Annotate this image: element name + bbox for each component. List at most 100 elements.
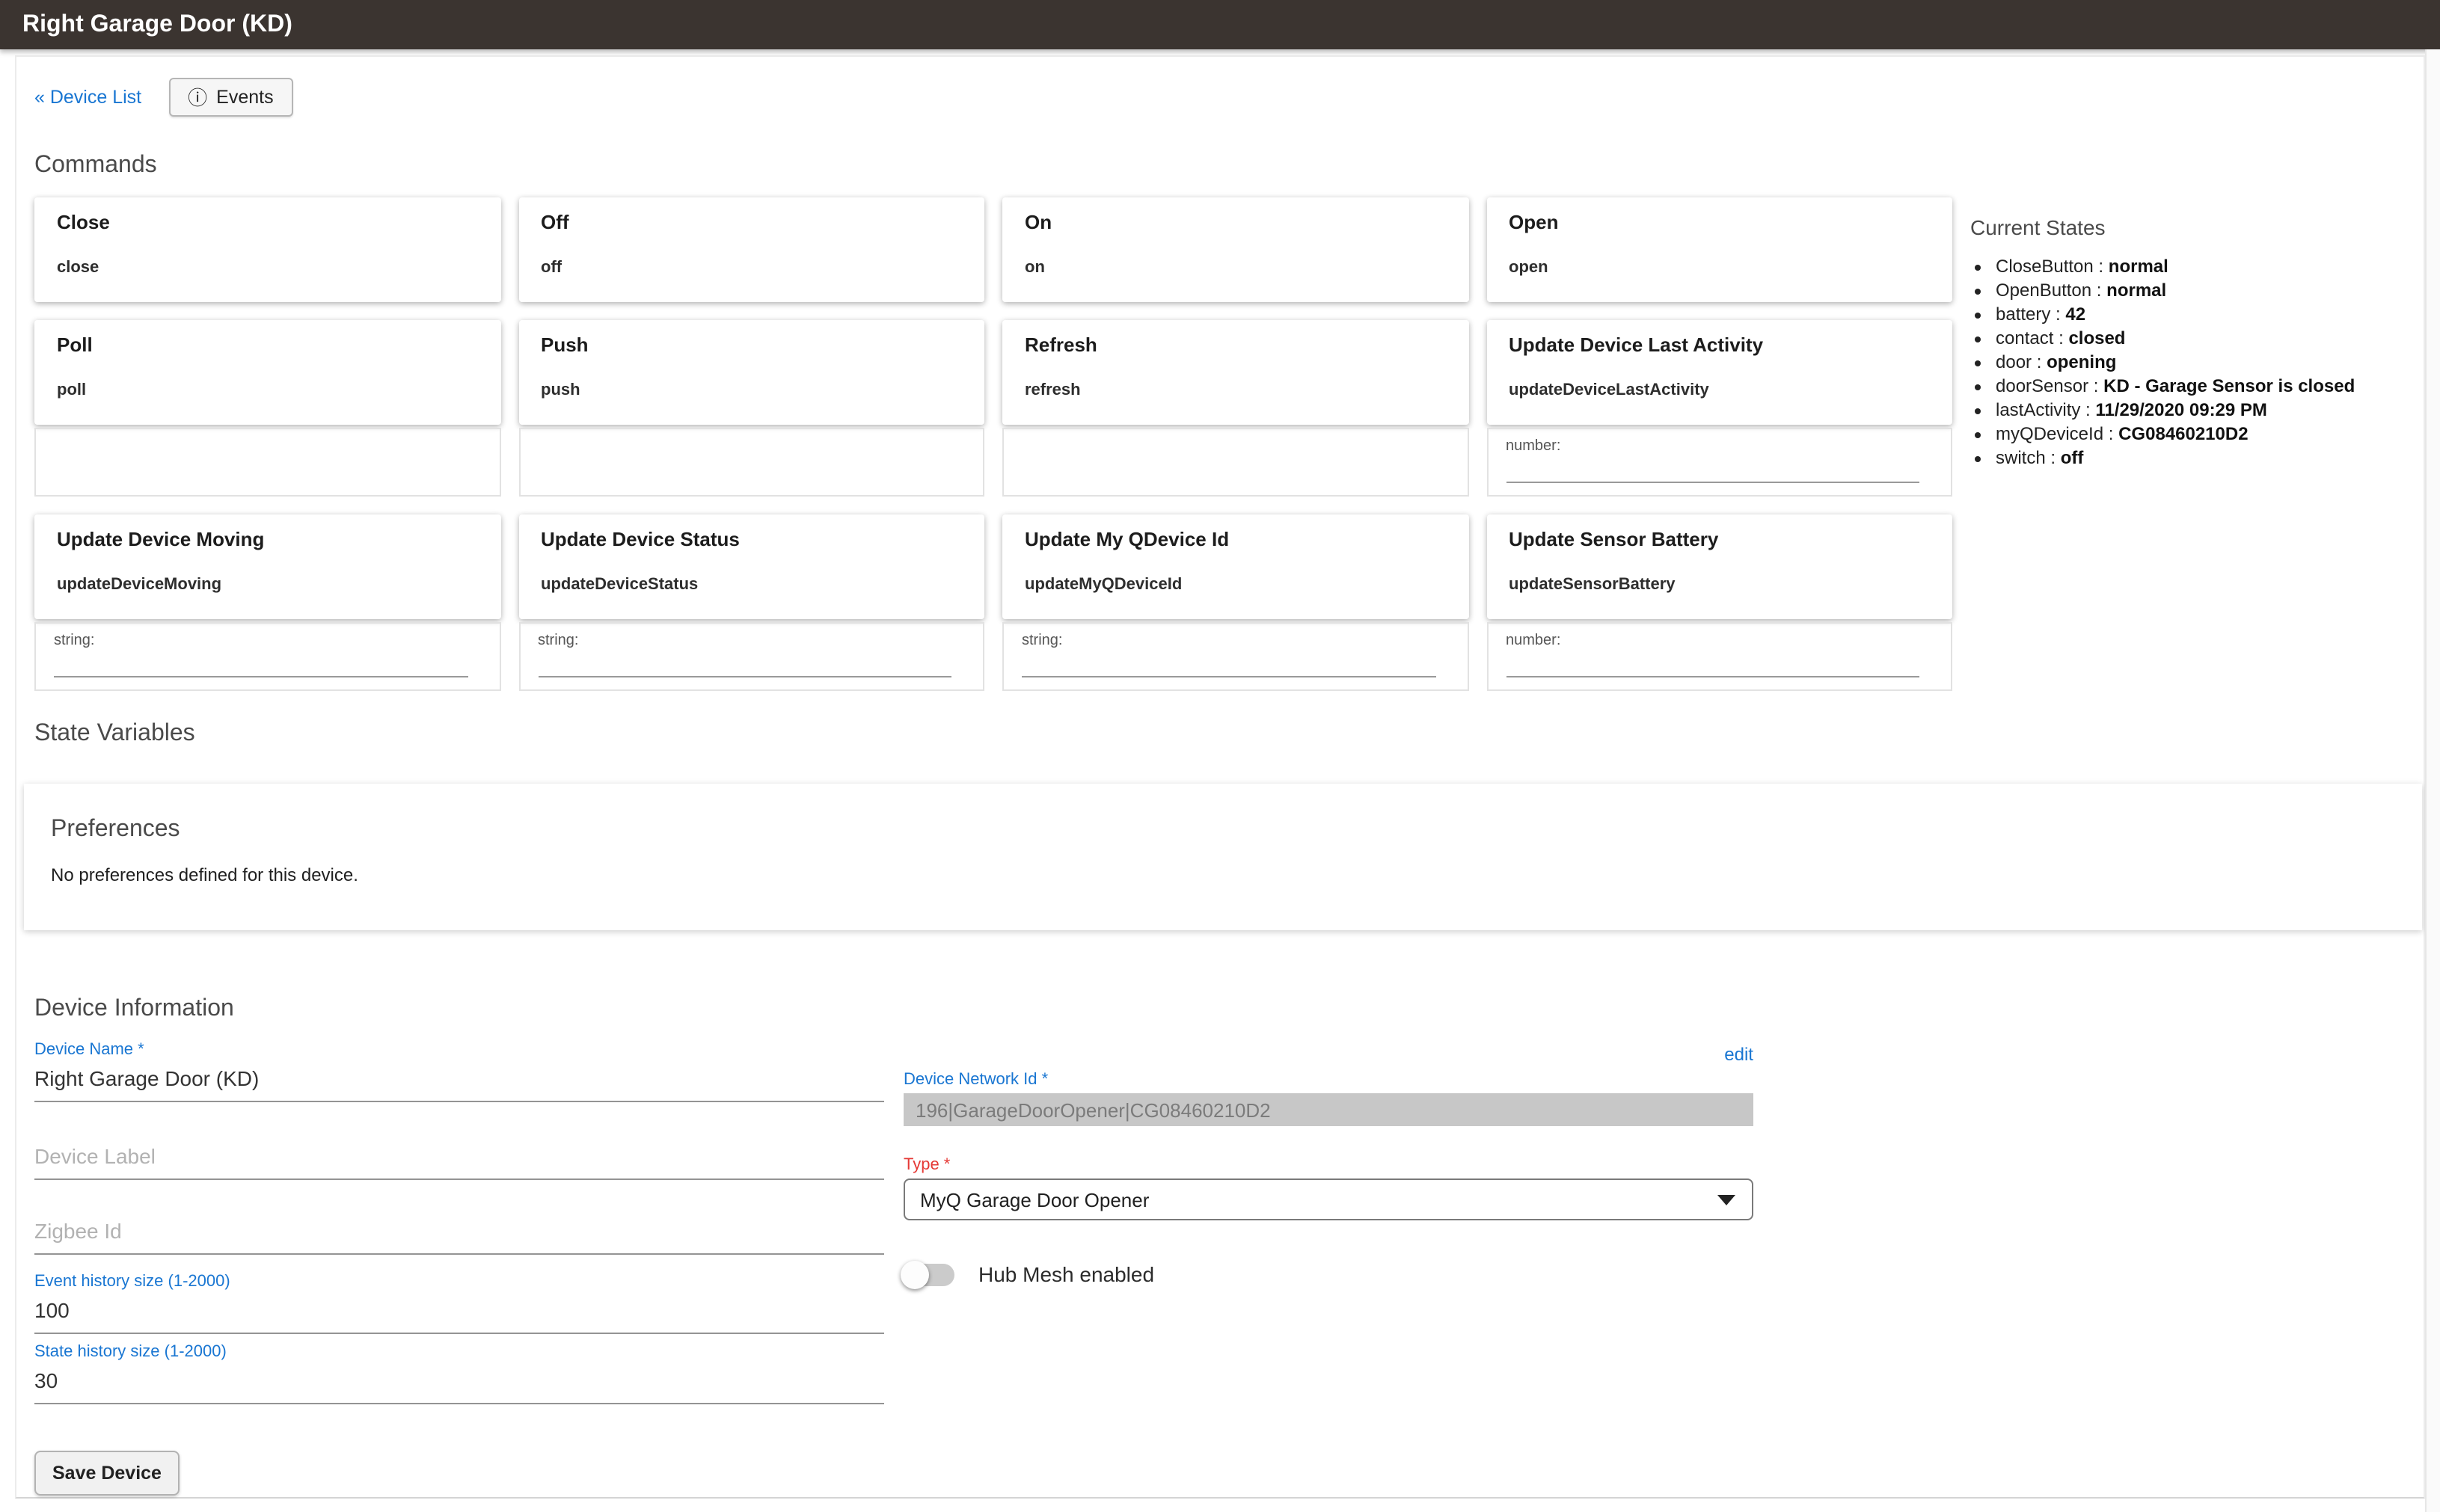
command-cell-close: Close close	[34, 197, 500, 302]
device-list-link[interactable]: « Device List	[34, 87, 141, 108]
param-label: string:	[54, 633, 481, 651]
state-item: contact : closed	[1996, 326, 2400, 350]
command-on-button[interactable]: On on	[1002, 197, 1468, 302]
command-title: Off	[541, 211, 962, 233]
device-network-id-field: Device Network Id *	[904, 1071, 1753, 1126]
command-refresh-button[interactable]: Refresh refresh	[1002, 320, 1468, 425]
commands-column: Commands Close close Off off	[34, 153, 1952, 748]
param-label	[54, 438, 481, 456]
save-device-button[interactable]: Save Device	[34, 1451, 180, 1496]
command-title: Open	[1509, 211, 1930, 233]
state-history-input[interactable]	[34, 1365, 884, 1404]
device-name-field: Device Name *	[34, 1041, 884, 1102]
command-name: poll	[57, 381, 478, 399]
command-cell-update-my-qdevice-id: Update My QDevice Id updateMyQDeviceId s…	[1002, 514, 1468, 691]
device-network-id-input	[904, 1093, 1753, 1126]
nav-row: « Device List ⓘ Events	[34, 78, 2424, 117]
command-cell-update-device-status: Update Device Status updateDeviceStatus …	[518, 514, 984, 691]
command-params: string:	[1002, 622, 1468, 691]
command-name: updateSensorBattery	[1509, 576, 1930, 594]
command-params: string:	[34, 622, 500, 691]
command-name: updateDeviceMoving	[57, 576, 478, 594]
command-update-device-last-activity-button[interactable]: Update Device Last Activity updateDevice…	[1486, 320, 1952, 425]
command-name: close	[57, 259, 478, 277]
chevron-down-icon	[1717, 1195, 1735, 1205]
command-cell-poll: Poll poll	[34, 320, 500, 497]
param-label: string:	[538, 633, 965, 651]
command-title: Update Sensor Battery	[1509, 528, 1930, 550]
page: Right Garage Door (KD) « Device List ⓘ E…	[0, 0, 2440, 1512]
state-variables-heading: State Variables	[34, 721, 1952, 748]
command-name: on	[1025, 259, 1446, 277]
commands-grid: Close close Off off On on	[34, 197, 1952, 691]
command-close-button[interactable]: Close close	[34, 197, 500, 302]
command-cell-push: Push push	[518, 320, 984, 497]
command-cell-update-sensor-battery: Update Sensor Battery updateSensorBatter…	[1486, 514, 1952, 691]
preferences-empty-message: No preferences defined for this device.	[51, 864, 2392, 885]
device-name-input[interactable]	[34, 1063, 884, 1102]
events-button[interactable]: ⓘ Events	[168, 78, 292, 117]
command-cell-off: Off off	[518, 197, 984, 302]
command-params	[518, 428, 984, 497]
command-params	[1002, 428, 1468, 497]
zigbee-id-input[interactable]	[34, 1216, 884, 1255]
hub-mesh-row: Hub Mesh enabled	[904, 1262, 1753, 1286]
command-title: Update Device Status	[541, 528, 962, 550]
device-information-section: Device Information Device Name * Event h…	[34, 996, 2406, 1496]
state-item: CloseButton : normal	[1996, 254, 2400, 278]
command-param-input[interactable]	[1506, 654, 1920, 677]
command-name: refresh	[1025, 381, 1446, 399]
command-update-my-qdevice-id-button[interactable]: Update My QDevice Id updateMyQDeviceId	[1002, 514, 1468, 619]
state-item: door : opening	[1996, 350, 2400, 374]
preferences-panel: Preferences No preferences defined for t…	[24, 784, 2422, 930]
current-states-heading: Current States	[1970, 215, 2400, 239]
command-name: updateMyQDeviceId	[1025, 576, 1446, 594]
command-title: Update Device Moving	[57, 528, 478, 550]
type-select[interactable]: MyQ Garage Door Opener	[904, 1178, 1753, 1220]
command-param-input[interactable]	[538, 654, 952, 677]
events-button-label: Events	[216, 87, 273, 108]
command-param-input[interactable]	[1506, 459, 1920, 483]
device-label-field	[34, 1141, 884, 1180]
command-params	[34, 428, 500, 497]
device-label-input[interactable]	[34, 1141, 884, 1180]
command-push-button[interactable]: Push push	[518, 320, 984, 425]
command-update-sensor-battery-button[interactable]: Update Sensor Battery updateSensorBatter…	[1486, 514, 1952, 619]
command-param-input[interactable]	[1022, 654, 1436, 677]
device-name-label: Device Name *	[34, 1041, 884, 1059]
command-cell-open: Open open	[1486, 197, 1952, 302]
edit-link[interactable]: edit	[1724, 1044, 1753, 1065]
zigbee-id-field	[34, 1216, 884, 1255]
state-item: lastActivity : 11/29/2020 09:29 PM	[1996, 398, 2400, 422]
command-param-input[interactable]	[54, 654, 468, 677]
state-item: switch : off	[1996, 446, 2400, 470]
command-title: Update My QDevice Id	[1025, 528, 1446, 550]
command-off-button[interactable]: Off off	[518, 197, 984, 302]
main-panel: « Device List ⓘ Events Commands Close cl…	[15, 55, 2425, 1499]
hub-mesh-toggle[interactable]	[904, 1263, 954, 1285]
preferences-heading: Preferences	[51, 817, 2392, 843]
command-name: open	[1509, 259, 1930, 277]
command-cell-update-device-moving: Update Device Moving updateDeviceMoving …	[34, 514, 500, 691]
command-cell-on: On on	[1002, 197, 1468, 302]
command-open-button[interactable]: Open open	[1486, 197, 1952, 302]
state-item: myQDeviceId : CG08460210D2	[1996, 422, 2400, 446]
param-label: string:	[1022, 633, 1449, 651]
type-label: Type *	[904, 1156, 1753, 1174]
state-item: OpenButton : normal	[1996, 278, 2400, 302]
command-poll-button[interactable]: Poll poll	[34, 320, 500, 425]
toggle-knob-icon	[901, 1260, 929, 1288]
state-item: battery : 42	[1996, 302, 2400, 326]
command-title: Refresh	[1025, 334, 1446, 356]
window-title-bar: Right Garage Door (KD)	[0, 0, 2440, 49]
command-name: push	[541, 381, 962, 399]
commands-heading: Commands	[34, 153, 1952, 179]
param-label	[538, 438, 965, 456]
scrollbar[interactable]	[2425, 49, 2440, 1512]
command-name: updateDeviceLastActivity	[1509, 381, 1930, 399]
command-title: Poll	[57, 334, 478, 356]
command-update-device-status-button[interactable]: Update Device Status updateDeviceStatus	[518, 514, 984, 619]
command-update-device-moving-button[interactable]: Update Device Moving updateDeviceMoving	[34, 514, 500, 619]
event-history-input[interactable]	[34, 1295, 884, 1334]
command-cell-update-device-last-activity: Update Device Last Activity updateDevice…	[1486, 320, 1952, 497]
